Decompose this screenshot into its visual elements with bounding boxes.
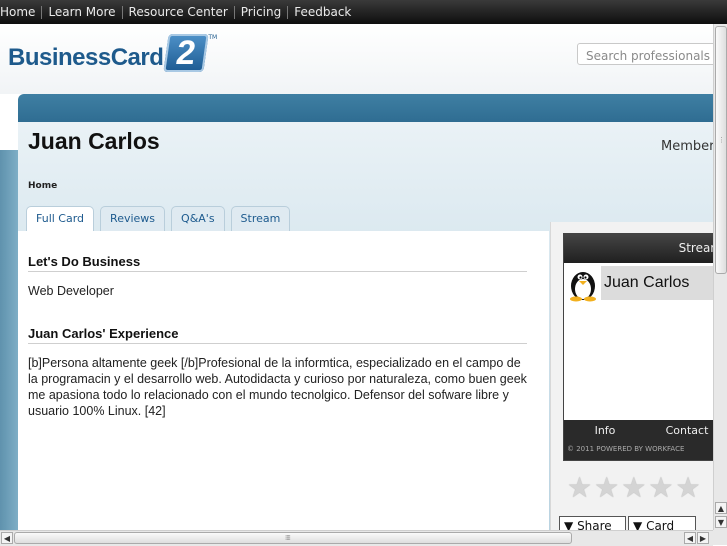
vertical-scroll-thumb[interactable]: ⋮ xyxy=(715,26,727,274)
widget-user-name: Juan Carlos xyxy=(601,266,727,300)
scroll-up-icon[interactable]: ▲ xyxy=(715,502,727,514)
business-section-text: Web Developer xyxy=(28,284,114,298)
experience-section-title: Juan Carlos' Experience xyxy=(28,326,527,344)
horizontal-scroll-thumb[interactable]: ⁞⁞⁞⁞ xyxy=(14,532,572,544)
star-icon[interactable]: ★ xyxy=(675,474,700,502)
nav-learn-more-link[interactable]: Learn More xyxy=(42,5,123,19)
breadcrumb[interactable]: Home xyxy=(28,181,57,191)
horizontal-scrollbar[interactable]: ◀ ⁞⁞⁞⁞ ◀ ▶ xyxy=(0,530,713,546)
top-nav: Home Learn More Resource Center Pricing … xyxy=(0,0,727,24)
logo-badge: 2 xyxy=(163,34,210,72)
card-banner xyxy=(18,94,727,122)
card-left-edge xyxy=(0,150,18,531)
widget-user[interactable]: Juan Carlos xyxy=(564,266,727,302)
widget-info-link[interactable]: Info xyxy=(564,424,646,437)
business-section-title: Let's Do Business xyxy=(28,254,527,272)
tab-full-card[interactable]: Full Card xyxy=(26,206,95,231)
widget-links: Info Contact xyxy=(564,420,727,440)
nav-resource-center-link[interactable]: Resource Center xyxy=(123,5,235,19)
scroll-right-icon[interactable]: ▶ xyxy=(697,532,709,544)
member-label: Member xyxy=(661,139,715,154)
rating-stars[interactable]: ★ ★ ★ ★ ★ xyxy=(567,474,701,502)
logo-trademark: TM xyxy=(208,34,218,41)
vertical-scrollbar[interactable]: ⋮ ▲ ▼ xyxy=(713,24,727,530)
scroll-left-icon[interactable]: ◀ xyxy=(1,532,13,544)
stream-widget: Stream Juan Carlos Info Contact © 2011 P… xyxy=(563,233,727,461)
star-icon[interactable]: ★ xyxy=(594,474,619,502)
businesscard-logo[interactable]: BusinessCard 2 TM xyxy=(8,34,217,72)
tab-reviews[interactable]: Reviews xyxy=(100,206,166,231)
tab-qas[interactable]: Q&A's xyxy=(171,206,225,231)
scroll-down-icon[interactable]: ▼ xyxy=(715,516,727,528)
grip-icon: ⋮ xyxy=(718,136,725,144)
star-icon[interactable]: ★ xyxy=(648,474,673,502)
nav-feedback-link[interactable]: Feedback xyxy=(288,5,357,19)
widget-footer: Info Contact © 2011 POWERED BY WORKFACE xyxy=(564,420,727,460)
card-tabs: Full Card Reviews Q&A's Stream xyxy=(26,206,291,231)
experience-section-text: [b]Persona altamente geek [/b]Profesiona… xyxy=(28,356,527,418)
star-icon[interactable]: ★ xyxy=(621,474,646,502)
widget-copyright: © 2011 POWERED BY WORKFACE xyxy=(567,445,685,453)
tab-stream[interactable]: Stream xyxy=(230,206,291,231)
widget-header[interactable]: Stream xyxy=(564,234,726,263)
logo-text: BusinessCard xyxy=(8,44,164,71)
search-input[interactable] xyxy=(577,43,727,65)
scrollbar-corner xyxy=(713,530,727,545)
nav-home-link[interactable]: Home xyxy=(0,5,43,19)
grip-icon: ⁞⁞⁞⁞ xyxy=(285,534,291,542)
nav-pricing-link[interactable]: Pricing xyxy=(235,5,289,19)
star-icon[interactable]: ★ xyxy=(567,474,592,502)
scroll-left-end-icon[interactable]: ◀ xyxy=(684,532,696,544)
tux-penguin-icon xyxy=(570,272,596,302)
profile-name: Juan Carlos xyxy=(28,128,160,154)
